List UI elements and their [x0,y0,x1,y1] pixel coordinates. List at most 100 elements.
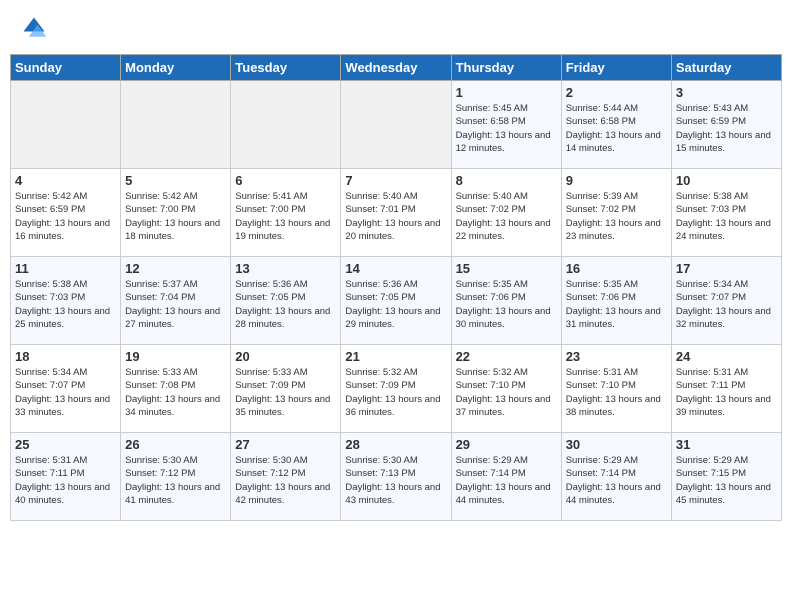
day-info: Sunrise: 5:42 AM Sunset: 7:00 PM Dayligh… [125,190,226,243]
page-header [10,10,782,46]
weekday-header-saturday: Saturday [671,55,781,81]
day-number: 20 [235,349,336,364]
day-info: Sunrise: 5:38 AM Sunset: 7:03 PM Dayligh… [676,190,777,243]
day-info: Sunrise: 5:31 AM Sunset: 7:11 PM Dayligh… [676,366,777,419]
day-info: Sunrise: 5:41 AM Sunset: 7:00 PM Dayligh… [235,190,336,243]
calendar-cell: 6 Sunrise: 5:41 AM Sunset: 7:00 PM Daylig… [231,169,341,257]
day-info: Sunrise: 5:45 AM Sunset: 6:58 PM Dayligh… [456,102,557,155]
day-info: Sunrise: 5:40 AM Sunset: 7:01 PM Dayligh… [345,190,446,243]
day-number: 14 [345,261,446,276]
day-number: 5 [125,173,226,188]
day-info: Sunrise: 5:33 AM Sunset: 7:09 PM Dayligh… [235,366,336,419]
day-number: 17 [676,261,777,276]
day-info: Sunrise: 5:42 AM Sunset: 6:59 PM Dayligh… [15,190,116,243]
calendar-cell: 16 Sunrise: 5:35 AM Sunset: 7:06 PM Dayli… [561,257,671,345]
day-info: Sunrise: 5:36 AM Sunset: 7:05 PM Dayligh… [235,278,336,331]
day-number: 21 [345,349,446,364]
day-number: 1 [456,85,557,100]
calendar-cell [11,81,121,169]
weekday-header-thursday: Thursday [451,55,561,81]
day-number: 27 [235,437,336,452]
day-info: Sunrise: 5:29 AM Sunset: 7:14 PM Dayligh… [456,454,557,507]
calendar-cell: 10 Sunrise: 5:38 AM Sunset: 7:03 PM Dayli… [671,169,781,257]
calendar-cell: 22 Sunrise: 5:32 AM Sunset: 7:10 PM Dayli… [451,345,561,433]
calendar-cell: 17 Sunrise: 5:34 AM Sunset: 7:07 PM Dayli… [671,257,781,345]
day-number: 25 [15,437,116,452]
day-number: 29 [456,437,557,452]
day-number: 16 [566,261,667,276]
calendar-cell: 19Sunrise: 5:33 AM Sunset: 7:08 PM Dayli… [121,345,231,433]
day-number: 10 [676,173,777,188]
weekday-header-wednesday: Wednesday [341,55,451,81]
day-number: 15 [456,261,557,276]
weekday-header-sunday: Sunday [11,55,121,81]
day-info: Sunrise: 5:29 AM Sunset: 7:14 PM Dayligh… [566,454,667,507]
day-number: 28 [345,437,446,452]
day-number: 4 [15,173,116,188]
calendar-cell: 25 Sunrise: 5:31 AM Sunset: 7:11 PM Dayli… [11,433,121,521]
day-number: 24 [676,349,777,364]
calendar-cell: 13 Sunrise: 5:36 AM Sunset: 7:05 PM Dayli… [231,257,341,345]
weekday-header-tuesday: Tuesday [231,55,341,81]
calendar-cell: 2 Sunrise: 5:44 AM Sunset: 6:58 PM Daylig… [561,81,671,169]
day-info: Sunrise: 5:35 AM Sunset: 7:06 PM Dayligh… [566,278,667,331]
calendar-cell: 8 Sunrise: 5:40 AM Sunset: 7:02 PM Daylig… [451,169,561,257]
day-info: Sunrise: 5:32 AM Sunset: 7:10 PM Dayligh… [456,366,557,419]
day-info: Sunrise: 5:40 AM Sunset: 7:02 PM Dayligh… [456,190,557,243]
day-info: Sunrise: 5:30 AM Sunset: 7:12 PM Dayligh… [235,454,336,507]
day-number: 22 [456,349,557,364]
calendar-cell: 7 Sunrise: 5:40 AM Sunset: 7:01 PM Daylig… [341,169,451,257]
weekday-header-monday: Monday [121,55,231,81]
calendar-cell [341,81,451,169]
calendar-cell: 31 Sunrise: 5:29 AM Sunset: 7:15 PM Dayli… [671,433,781,521]
day-info: Sunrise: 5:31 AM Sunset: 7:11 PM Dayligh… [15,454,116,507]
calendar-cell: 1 Sunrise: 5:45 AM Sunset: 6:58 PM Daylig… [451,81,561,169]
day-info: Sunrise: 5:30 AM Sunset: 7:13 PM Dayligh… [345,454,446,507]
calendar-cell: 28 Sunrise: 5:30 AM Sunset: 7:13 PM Dayli… [341,433,451,521]
day-number: 31 [676,437,777,452]
day-number: 23 [566,349,667,364]
day-info: Sunrise: 5:39 AM Sunset: 7:02 PM Dayligh… [566,190,667,243]
day-info: Sunrise: 5:30 AM Sunset: 7:12 PM Dayligh… [125,454,226,507]
day-number: 11 [15,261,116,276]
calendar-week-1: 1 Sunrise: 5:45 AM Sunset: 6:58 PM Daylig… [11,81,782,169]
calendar-cell: 21Sunrise: 5:32 AM Sunset: 7:09 PM Dayli… [341,345,451,433]
calendar-body: 1 Sunrise: 5:45 AM Sunset: 6:58 PM Daylig… [11,81,782,521]
calendar-cell: 11 Sunrise: 5:38 AM Sunset: 7:03 PM Dayli… [11,257,121,345]
day-number: 8 [456,173,557,188]
weekday-header-friday: Friday [561,55,671,81]
day-info: Sunrise: 5:29 AM Sunset: 7:15 PM Dayligh… [676,454,777,507]
calendar-cell: 18 Sunrise: 5:34 AM Sunset: 7:07 PM Dayli… [11,345,121,433]
day-info: Sunrise: 5:36 AM Sunset: 7:05 PM Dayligh… [345,278,446,331]
calendar-cell [121,81,231,169]
calendar-week-2: 4 Sunrise: 5:42 AM Sunset: 6:59 PM Daylig… [11,169,782,257]
day-info: Sunrise: 5:43 AM Sunset: 6:59 PM Dayligh… [676,102,777,155]
calendar-cell: 20 Sunrise: 5:33 AM Sunset: 7:09 PM Dayli… [231,345,341,433]
calendar-week-4: 18 Sunrise: 5:34 AM Sunset: 7:07 PM Dayli… [11,345,782,433]
day-info: Sunrise: 5:34 AM Sunset: 7:07 PM Dayligh… [15,366,116,419]
calendar-cell [231,81,341,169]
calendar-cell: 9 Sunrise: 5:39 AM Sunset: 7:02 PM Daylig… [561,169,671,257]
day-number: 12 [125,261,226,276]
day-number: 2 [566,85,667,100]
calendar-cell: 14 Sunrise: 5:36 AM Sunset: 7:05 PM Dayli… [341,257,451,345]
day-number: 7 [345,173,446,188]
day-number: 3 [676,85,777,100]
calendar-cell: 12Sunrise: 5:37 AM Sunset: 7:04 PM Dayli… [121,257,231,345]
calendar-cell: 4 Sunrise: 5:42 AM Sunset: 6:59 PM Daylig… [11,169,121,257]
day-info: Sunrise: 5:34 AM Sunset: 7:07 PM Dayligh… [676,278,777,331]
calendar-cell: 29 Sunrise: 5:29 AM Sunset: 7:14 PM Dayli… [451,433,561,521]
day-number: 18 [15,349,116,364]
day-info: Sunrise: 5:44 AM Sunset: 6:58 PM Dayligh… [566,102,667,155]
day-number: 30 [566,437,667,452]
calendar-cell: 5 Sunrise: 5:42 AM Sunset: 7:00 PM Daylig… [121,169,231,257]
day-number: 9 [566,173,667,188]
day-number: 13 [235,261,336,276]
calendar-cell: 23 Sunrise: 5:31 AM Sunset: 7:10 PM Dayli… [561,345,671,433]
day-info: Sunrise: 5:38 AM Sunset: 7:03 PM Dayligh… [15,278,116,331]
day-number: 6 [235,173,336,188]
logo-icon [20,14,48,42]
day-info: Sunrise: 5:31 AM Sunset: 7:10 PM Dayligh… [566,366,667,419]
calendar-cell: 3 Sunrise: 5:43 AM Sunset: 6:59 PM Daylig… [671,81,781,169]
calendar-week-5: 25 Sunrise: 5:31 AM Sunset: 7:11 PM Dayli… [11,433,782,521]
